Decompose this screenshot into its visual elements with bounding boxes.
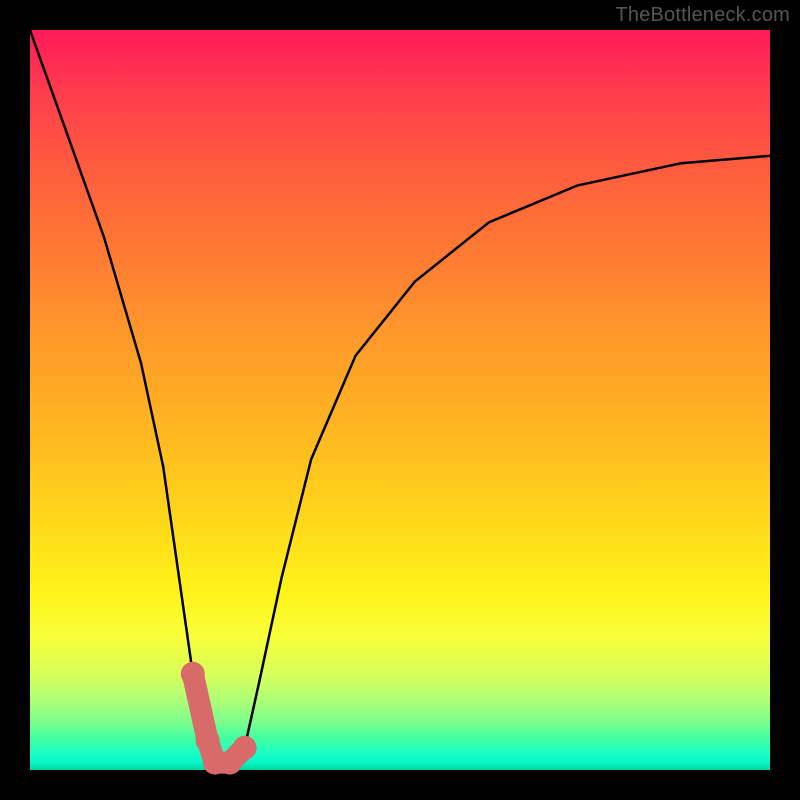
optimal-band-dot (181, 662, 205, 686)
bottleneck-curve (30, 30, 770, 763)
plot-area (30, 30, 770, 770)
optimal-band-dot (233, 736, 257, 760)
curve-layer (30, 30, 770, 770)
watermark-text: TheBottleneck.com (615, 4, 790, 27)
optimal-band-dot (196, 728, 220, 752)
chart-frame: TheBottleneck.com (0, 0, 800, 800)
